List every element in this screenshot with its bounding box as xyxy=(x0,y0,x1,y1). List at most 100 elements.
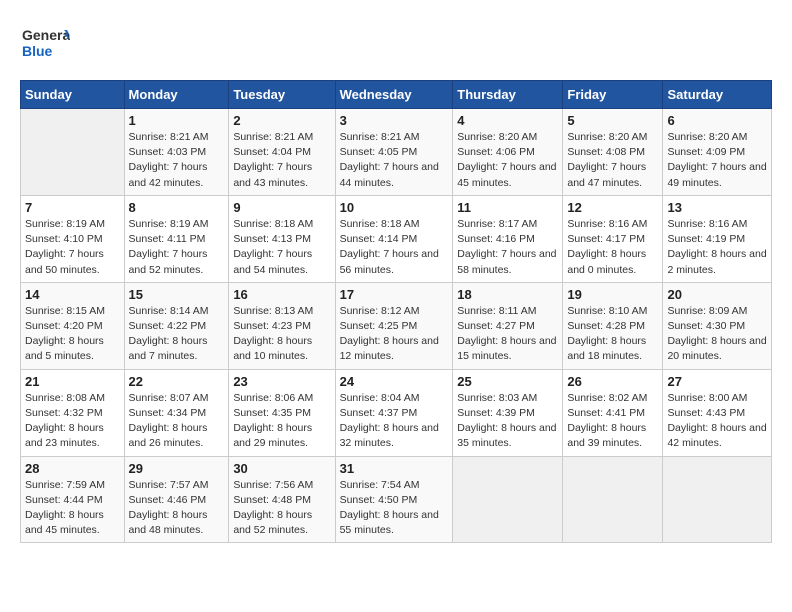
calendar-cell: 6Sunrise: 8:20 AMSunset: 4:09 PMDaylight… xyxy=(663,109,772,196)
calendar-cell: 10 Sunrise: 8:18 AMSunset: 4:14 PMDayligh… xyxy=(335,195,453,282)
day-number: 13 xyxy=(667,200,767,215)
day-info: Sunrise: 8:20 AMSunset: 4:08 PMDaylight:… xyxy=(567,130,658,191)
day-number: 24 xyxy=(340,374,449,389)
calendar-cell: 16 Sunrise: 8:13 AMSunset: 4:23 PMDayligh… xyxy=(229,282,335,369)
day-info: Sunrise: 8:21 AMSunset: 4:04 PMDaylight:… xyxy=(233,130,330,191)
calendar-cell: 21 Sunrise: 8:08 AMSunset: 4:32 PMDayligh… xyxy=(21,369,125,456)
calendar-cell: 7 Sunrise: 8:19 AMSunset: 4:10 PMDaylight… xyxy=(21,195,125,282)
header-tuesday: Tuesday xyxy=(229,81,335,109)
day-info: Sunrise: 8:15 AMSunset: 4:20 PMDaylight:… xyxy=(25,304,120,365)
day-number: 1 xyxy=(129,113,225,128)
day-info: Sunrise: 8:18 AMSunset: 4:13 PMDaylight:… xyxy=(233,217,330,278)
day-info: Sunrise: 8:03 AMSunset: 4:39 PMDaylight:… xyxy=(457,391,558,452)
day-info: Sunrise: 7:57 AMSunset: 4:46 PMDaylight:… xyxy=(129,478,225,539)
day-info: Sunrise: 8:20 AMSunset: 4:09 PMDaylight:… xyxy=(667,130,767,191)
calendar-cell xyxy=(21,109,125,196)
calendar-cell: 8 Sunrise: 8:19 AMSunset: 4:11 PMDaylight… xyxy=(124,195,229,282)
day-number: 20 xyxy=(667,287,767,302)
calendar-cell: 12Sunrise: 8:16 AMSunset: 4:17 PMDayligh… xyxy=(563,195,663,282)
day-info: Sunrise: 8:17 AMSunset: 4:16 PMDaylight:… xyxy=(457,217,558,278)
calendar-cell: 26 Sunrise: 8:02 AMSunset: 4:41 PMDayligh… xyxy=(563,369,663,456)
day-info: Sunrise: 8:19 AMSunset: 4:10 PMDaylight:… xyxy=(25,217,120,278)
calendar-cell: 28Sunrise: 7:59 AMSunset: 4:44 PMDayligh… xyxy=(21,456,125,543)
svg-text:General: General xyxy=(22,27,70,43)
day-info: Sunrise: 8:20 AMSunset: 4:06 PMDaylight:… xyxy=(457,130,558,191)
calendar-cell: 19 Sunrise: 8:10 AMSunset: 4:28 PMDayligh… xyxy=(563,282,663,369)
calendar-cell xyxy=(453,456,563,543)
day-number: 26 xyxy=(567,374,658,389)
day-number: 30 xyxy=(233,461,330,476)
day-number: 27 xyxy=(667,374,767,389)
day-info: Sunrise: 8:13 AMSunset: 4:23 PMDaylight:… xyxy=(233,304,330,365)
day-number: 15 xyxy=(129,287,225,302)
calendar-week-row: 1 Sunrise: 8:21 AMSunset: 4:03 PMDaylight… xyxy=(21,109,772,196)
calendar-cell: 18 Sunrise: 8:11 AMSunset: 4:27 PMDayligh… xyxy=(453,282,563,369)
day-info: Sunrise: 8:06 AMSunset: 4:35 PMDaylight:… xyxy=(233,391,330,452)
day-number: 31 xyxy=(340,461,449,476)
header-monday: Monday xyxy=(124,81,229,109)
calendar-week-row: 28Sunrise: 7:59 AMSunset: 4:44 PMDayligh… xyxy=(21,456,772,543)
day-info: Sunrise: 8:16 AMSunset: 4:19 PMDaylight:… xyxy=(667,217,767,278)
calendar-table: SundayMondayTuesdayWednesdayThursdayFrid… xyxy=(20,80,772,543)
logo: General Blue xyxy=(20,20,70,70)
header-wednesday: Wednesday xyxy=(335,81,453,109)
day-info: Sunrise: 8:21 AMSunset: 4:03 PMDaylight:… xyxy=(129,130,225,191)
day-info: Sunrise: 8:19 AMSunset: 4:11 PMDaylight:… xyxy=(129,217,225,278)
calendar-cell: 1 Sunrise: 8:21 AMSunset: 4:03 PMDaylight… xyxy=(124,109,229,196)
svg-text:Blue: Blue xyxy=(22,43,53,59)
calendar-cell: 31 Sunrise: 7:54 AMSunset: 4:50 PMDayligh… xyxy=(335,456,453,543)
day-number: 23 xyxy=(233,374,330,389)
calendar-cell: 23 Sunrise: 8:06 AMSunset: 4:35 PMDayligh… xyxy=(229,369,335,456)
day-info: Sunrise: 7:59 AMSunset: 4:44 PMDaylight:… xyxy=(25,478,120,539)
calendar-cell: 15 Sunrise: 8:14 AMSunset: 4:22 PMDayligh… xyxy=(124,282,229,369)
day-number: 3 xyxy=(340,113,449,128)
day-number: 16 xyxy=(233,287,330,302)
calendar-cell: 27Sunrise: 8:00 AMSunset: 4:43 PMDayligh… xyxy=(663,369,772,456)
day-info: Sunrise: 8:02 AMSunset: 4:41 PMDaylight:… xyxy=(567,391,658,452)
day-info: Sunrise: 7:56 AMSunset: 4:48 PMDaylight:… xyxy=(233,478,330,539)
day-info: Sunrise: 8:10 AMSunset: 4:28 PMDaylight:… xyxy=(567,304,658,365)
day-info: Sunrise: 7:54 AMSunset: 4:50 PMDaylight:… xyxy=(340,478,449,539)
calendar-cell: 29 Sunrise: 7:57 AMSunset: 4:46 PMDayligh… xyxy=(124,456,229,543)
day-number: 9 xyxy=(233,200,330,215)
day-number: 25 xyxy=(457,374,558,389)
page-header: General Blue xyxy=(20,20,772,70)
header-thursday: Thursday xyxy=(453,81,563,109)
calendar-cell: 4 Sunrise: 8:20 AMSunset: 4:06 PMDaylight… xyxy=(453,109,563,196)
day-info: Sunrise: 8:18 AMSunset: 4:14 PMDaylight:… xyxy=(340,217,449,278)
calendar-cell: 13 Sunrise: 8:16 AMSunset: 4:19 PMDayligh… xyxy=(663,195,772,282)
day-number: 8 xyxy=(129,200,225,215)
day-info: Sunrise: 8:09 AMSunset: 4:30 PMDaylight:… xyxy=(667,304,767,365)
calendar-cell: 22 Sunrise: 8:07 AMSunset: 4:34 PMDayligh… xyxy=(124,369,229,456)
header-sunday: Sunday xyxy=(21,81,125,109)
day-info: Sunrise: 8:14 AMSunset: 4:22 PMDaylight:… xyxy=(129,304,225,365)
calendar-week-row: 7 Sunrise: 8:19 AMSunset: 4:10 PMDaylight… xyxy=(21,195,772,282)
day-info: Sunrise: 8:11 AMSunset: 4:27 PMDaylight:… xyxy=(457,304,558,365)
day-number: 17 xyxy=(340,287,449,302)
day-info: Sunrise: 8:08 AMSunset: 4:32 PMDaylight:… xyxy=(25,391,120,452)
calendar-header-row: SundayMondayTuesdayWednesdayThursdayFrid… xyxy=(21,81,772,109)
day-number: 29 xyxy=(129,461,225,476)
calendar-week-row: 14Sunrise: 8:15 AMSunset: 4:20 PMDayligh… xyxy=(21,282,772,369)
day-number: 19 xyxy=(567,287,658,302)
header-saturday: Saturday xyxy=(663,81,772,109)
day-number: 7 xyxy=(25,200,120,215)
calendar-cell: 25 Sunrise: 8:03 AMSunset: 4:39 PMDayligh… xyxy=(453,369,563,456)
day-number: 2 xyxy=(233,113,330,128)
calendar-cell: 5 Sunrise: 8:20 AMSunset: 4:08 PMDaylight… xyxy=(563,109,663,196)
day-number: 5 xyxy=(567,113,658,128)
calendar-cell: 24 Sunrise: 8:04 AMSunset: 4:37 PMDayligh… xyxy=(335,369,453,456)
day-number: 22 xyxy=(129,374,225,389)
day-info: Sunrise: 8:07 AMSunset: 4:34 PMDaylight:… xyxy=(129,391,225,452)
calendar-week-row: 21 Sunrise: 8:08 AMSunset: 4:32 PMDayligh… xyxy=(21,369,772,456)
day-number: 10 xyxy=(340,200,449,215)
day-number: 18 xyxy=(457,287,558,302)
day-number: 21 xyxy=(25,374,120,389)
calendar-cell: 11Sunrise: 8:17 AMSunset: 4:16 PMDayligh… xyxy=(453,195,563,282)
day-number: 12 xyxy=(567,200,658,215)
day-info: Sunrise: 8:12 AMSunset: 4:25 PMDaylight:… xyxy=(340,304,449,365)
calendar-cell xyxy=(563,456,663,543)
day-info: Sunrise: 8:04 AMSunset: 4:37 PMDaylight:… xyxy=(340,391,449,452)
day-info: Sunrise: 8:21 AMSunset: 4:05 PMDaylight:… xyxy=(340,130,449,191)
day-number: 4 xyxy=(457,113,558,128)
